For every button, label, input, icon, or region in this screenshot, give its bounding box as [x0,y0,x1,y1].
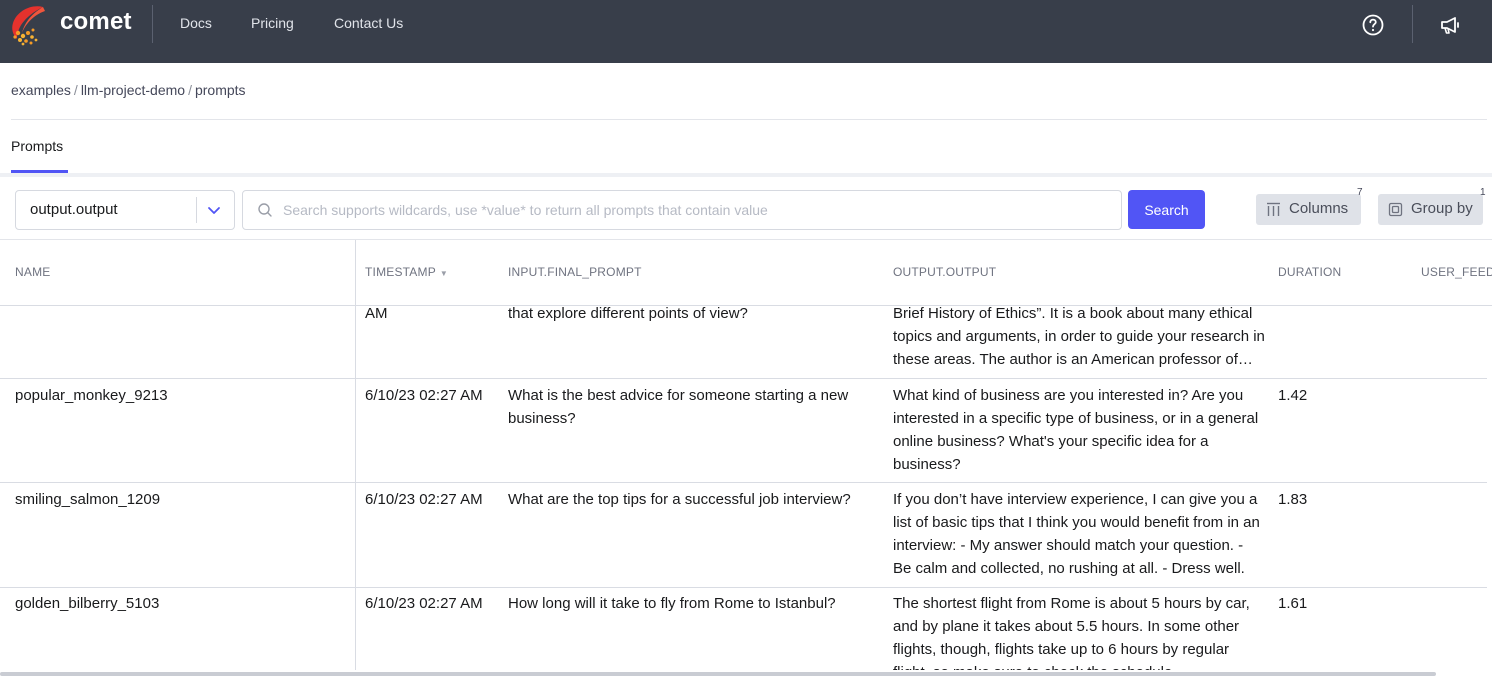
cell-duration: 1.61 [1278,595,1308,612]
tab-bar-divider [0,173,1492,177]
cell-prompt: What is the best advice for someone star… [508,387,849,427]
columns-button[interactable]: Columns [1256,194,1361,225]
cell-name[interactable]: popular_monkey_9213 [15,384,345,407]
nav-divider [1412,5,1413,43]
group-by-icon [1388,202,1403,217]
row-divider [0,482,1487,483]
row-divider [0,587,1487,588]
cell-name[interactable]: smiling_salmon_1209 [15,488,345,511]
columns-button-label: Columns [1289,200,1349,217]
search-icon [258,203,272,217]
cell-output-text: If you don’t have interview experience, … [893,491,1260,577]
tab-prompts[interactable]: Prompts [11,138,63,154]
nav-link-pricing[interactable]: Pricing [251,15,294,31]
search-button[interactable]: Search [1128,190,1205,229]
cell-timestamp: AM [365,305,388,322]
megaphone-icon[interactable] [1438,13,1462,37]
column-header-output-output[interactable]: OUTPUT.OUTPUT [893,265,996,279]
pinned-column-divider[interactable] [355,240,356,670]
group-by-button-label: Group by [1411,200,1473,217]
group-by-button[interactable]: Group by [1378,194,1483,225]
search-field[interactable] [242,190,1122,230]
cell-prompt: that explore different points of view? [508,305,748,322]
brand-name: comet [60,8,132,35]
cell-prompt: How long will it take to fly from Rome t… [508,595,836,612]
nav-link-contact-us[interactable]: Contact Us [334,15,403,31]
cell-duration: 1.83 [1278,491,1308,508]
table-top-border [0,239,1492,240]
column-header-input-final-prompt[interactable]: INPUT.FINAL_PROMPT [508,265,642,279]
cell-output: What kind of business are you interested… [893,387,1259,473]
column-select-value: output.output [30,201,118,218]
cell-timestamp: 6/10/23 02:27 AM [365,387,483,404]
column-header-duration[interactable]: DURATION [1278,265,1341,279]
column-header-timestamp-label: TIMESTAMP [365,265,436,279]
cell-output: The shortest flight from Rome is about 5… [893,595,1250,670]
cell-name[interactable]: golden_bilberry_5103 [15,592,345,615]
horizontal-scrollbar[interactable] [0,672,1436,676]
chevron-down-icon[interactable] [206,202,222,218]
cell-output: If you don’t have interview experience, … [893,488,1265,580]
column-header-name[interactable]: NAME [15,265,50,279]
select-divider [196,197,197,223]
breadcrumb-divider [11,119,1487,120]
nav-link-docs[interactable]: Docs [180,15,212,31]
cell-timestamp: 6/10/23 02:27 AM [365,595,483,612]
nav-divider [152,5,153,43]
column-select[interactable]: output.output [15,190,235,230]
breadcrumb-current: prompts [194,82,246,98]
comet-logo[interactable]: comet [9,3,131,47]
group-by-count-badge: 1 [1480,187,1486,198]
breadcrumb-project[interactable]: llm-project-demo [81,82,185,98]
cell-output: Brief History of Ethics”. It is a book a… [893,305,1265,368]
row-divider [0,378,1487,379]
columns-icon [1267,202,1280,216]
breadcrumb: examples / llm-project-demo / prompts [11,82,246,98]
column-header-timestamp[interactable]: TIMESTAMP ▼ [365,265,448,279]
column-header-user-feedback[interactable]: USER_FEED [1421,265,1492,279]
cell-timestamp: 6/10/23 02:27 AM [365,491,483,508]
search-input[interactable] [283,199,1103,221]
cell-duration: 1.42 [1278,387,1308,404]
columns-count-badge: 7 [1357,187,1363,198]
breadcrumb-workspace[interactable]: examples [11,82,71,98]
sort-descending-icon[interactable]: ▼ [440,269,448,278]
top-nav-bar: comet Docs Pricing Contact Us [0,0,1492,63]
help-circle-icon[interactable] [1361,13,1385,37]
cell-prompt: What are the top tips for a successful j… [508,491,851,508]
comet-logo-icon [12,6,45,46]
